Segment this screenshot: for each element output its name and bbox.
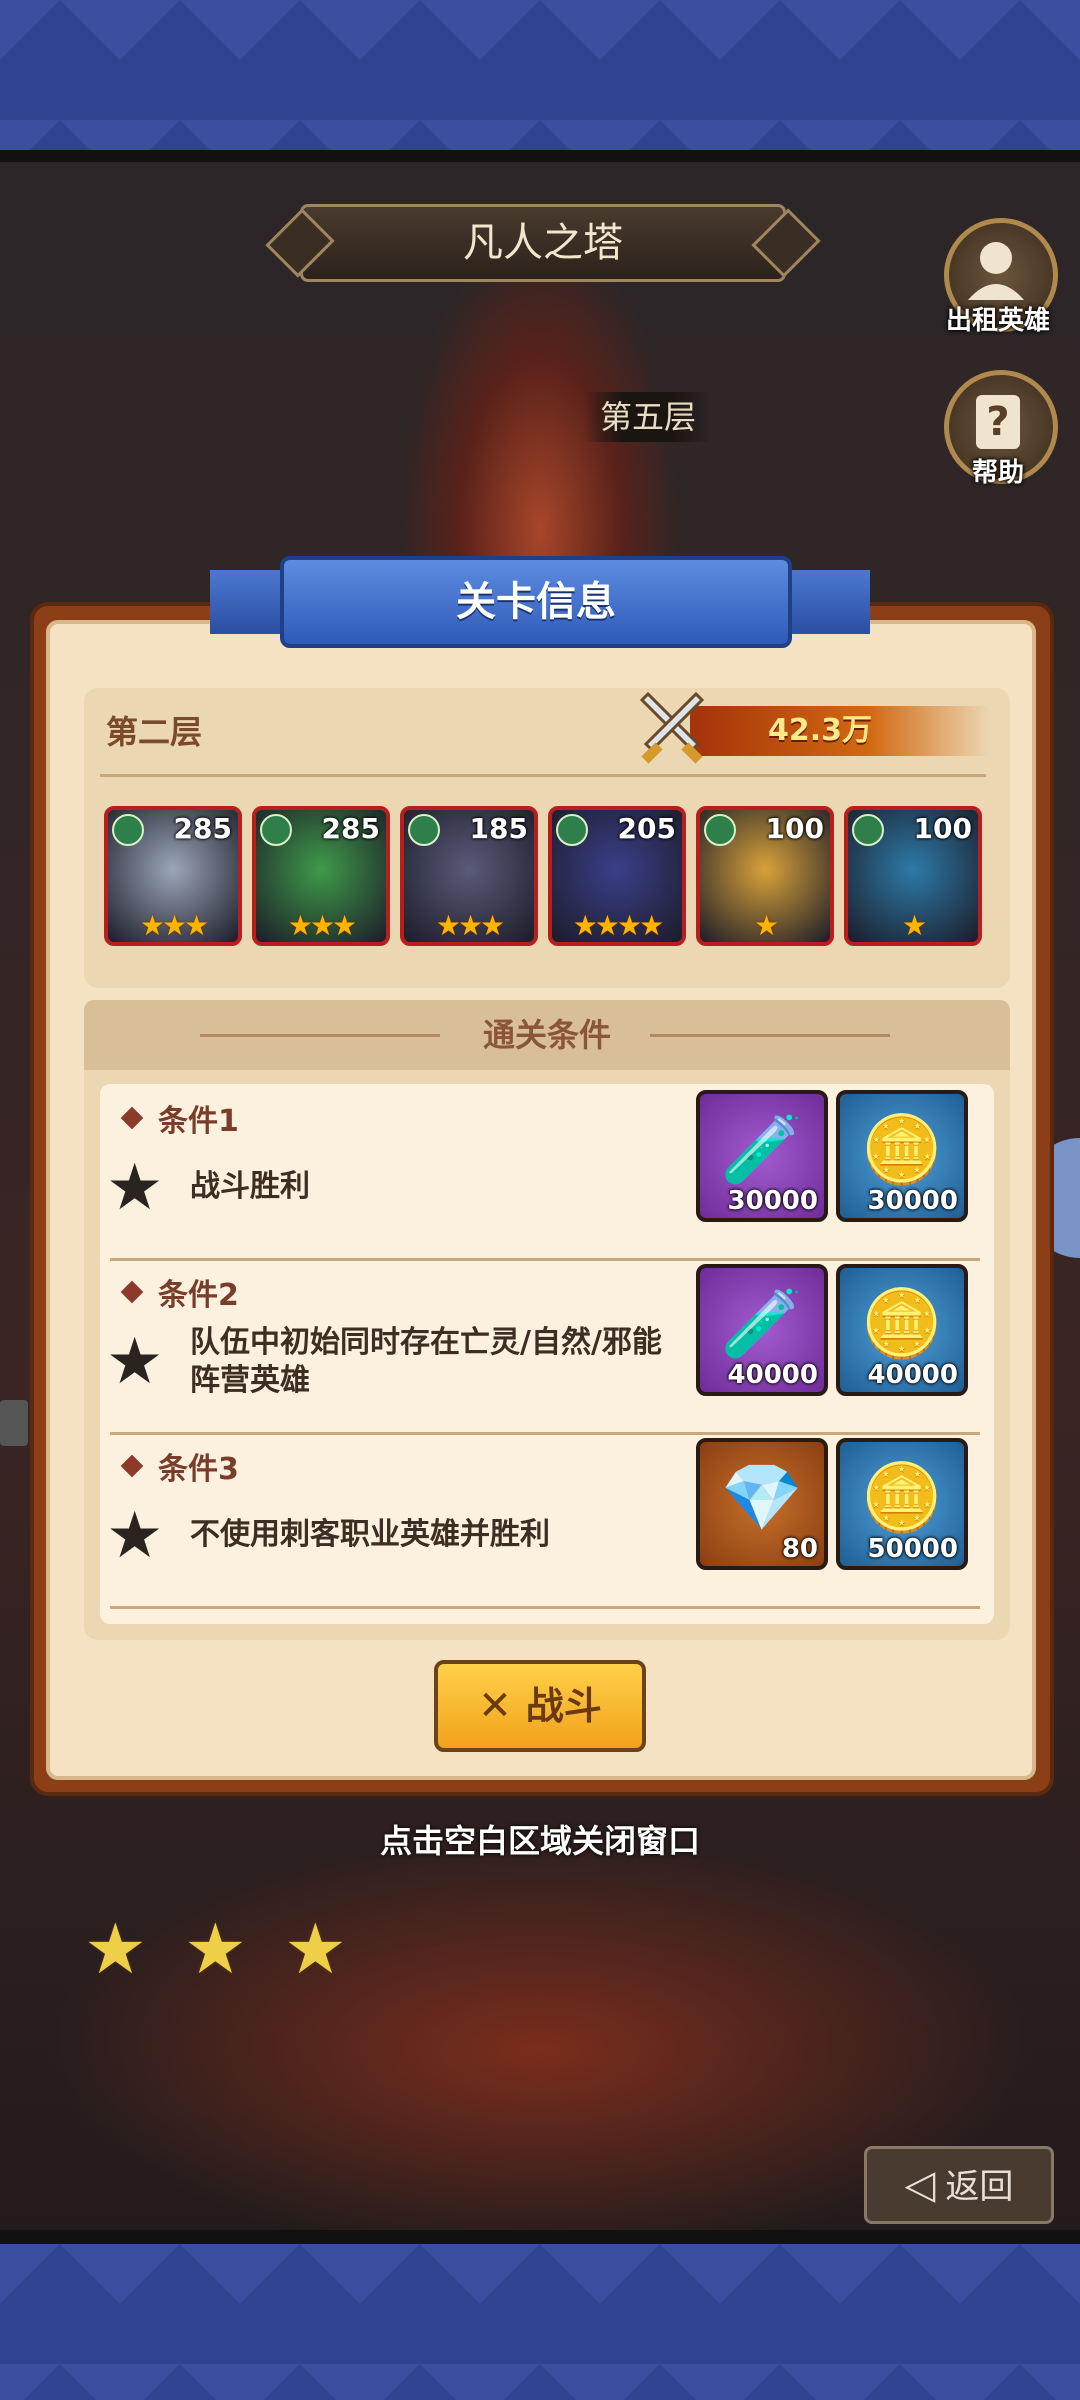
enemy-hero-card[interactable]: 100 ★ <box>696 806 834 946</box>
viewport-top-edge <box>0 150 1080 162</box>
hero-stars: ★★★ <box>287 909 357 942</box>
gold-coin-icon: 🪙 <box>860 1111 944 1188</box>
stage-star-1: ★ <box>84 1908 147 1990</box>
stage-star-3: ★ <box>284 1908 347 1990</box>
enemy-hero-card[interactable]: 285 ★★★ <box>104 806 242 946</box>
bottom-border-band <box>0 2244 1080 2400</box>
gold-coin-icon: 🪙 <box>860 1459 944 1536</box>
power-divider <box>100 774 986 777</box>
top-border-band <box>0 0 1080 150</box>
faction-icon <box>112 814 144 846</box>
condition-name: 条件2 <box>158 1278 239 1313</box>
faction-icon <box>408 814 440 846</box>
reward-item[interactable]: 🧪 40000 <box>696 1264 828 1396</box>
tower-title: 凡人之塔 <box>300 204 786 282</box>
close-hint: 点击空白区域关闭窗口 <box>379 1822 700 1860</box>
condition-description: 不使用刺客职业英雄并胜利 <box>190 1517 550 1552</box>
enemy-floor-label: 第二层 <box>106 713 203 751</box>
reward-count: 50000 <box>867 1534 958 1564</box>
dialog-title: 关卡信息 <box>280 556 792 648</box>
reward-item[interactable]: 🧪 30000 <box>696 1090 828 1222</box>
fight-button[interactable]: ✕ 战斗 <box>434 1660 646 1752</box>
rent-hero-label: 出租英雄 <box>945 306 1050 336</box>
help-label: 帮助 <box>971 458 1024 488</box>
crossed-swords-icon: ✕ <box>478 1683 512 1729</box>
hero-stars: ★★★ <box>435 909 505 942</box>
hero-level: 205 <box>617 812 676 845</box>
reward-count: 40000 <box>867 1360 958 1390</box>
reward-item[interactable]: 💎 80 <box>696 1438 828 1570</box>
faction-icon <box>260 814 292 846</box>
reward-count: 40000 <box>727 1360 818 1390</box>
faction-icon <box>704 814 736 846</box>
lock-icon <box>0 1400 28 1446</box>
stage-star-2: ★ <box>184 1908 247 1990</box>
conditions-title: 通关条件 <box>482 1016 611 1054</box>
potion-icon: 🧪 <box>720 1111 804 1188</box>
reward-count: 30000 <box>727 1186 818 1216</box>
current-floor-label: 第五层 <box>584 392 712 442</box>
faction-icon <box>556 814 588 846</box>
potion-icon: 🧪 <box>720 1285 804 1362</box>
condition-name: 条件3 <box>158 1452 239 1487</box>
enemy-hero-card[interactable]: 205 ★★★★ <box>548 806 686 946</box>
reward-item[interactable]: 🪙 30000 <box>836 1090 968 1222</box>
hero-stars: ★★★★ <box>572 909 664 942</box>
star-icon: ★ <box>106 1325 164 1399</box>
condition-name: 条件1 <box>158 1104 239 1139</box>
condition-divider <box>110 1258 980 1261</box>
hero-level: 100 <box>913 812 972 845</box>
viewport-bottom-edge <box>0 2230 1080 2244</box>
star-icon: ★ <box>106 1151 164 1225</box>
reward-count: 80 <box>781 1534 818 1564</box>
reward-count: 30000 <box>867 1186 958 1216</box>
enemy-hero-card[interactable]: 185 ★★★ <box>400 806 538 946</box>
star-icon: ★ <box>106 1499 164 1573</box>
condition-description: 队伍中初始同时存在亡灵/自然/邪能阵营英雄 <box>190 1325 662 1398</box>
reward-item[interactable]: 🪙 50000 <box>836 1438 968 1570</box>
enemy-hero-card[interactable]: 100 ★ <box>844 806 982 946</box>
hero-stars: ★★★ <box>139 909 209 942</box>
hero-stars: ★ <box>901 909 927 942</box>
back-button[interactable]: ◁ 返回 <box>864 2146 1054 2224</box>
diamond-icon: 💎 <box>720 1459 804 1536</box>
back-label: 返回 <box>945 2167 1014 2207</box>
condition-divider <box>110 1606 980 1609</box>
hero-level: 285 <box>173 812 232 845</box>
faction-icon <box>852 814 884 846</box>
hero-level: 185 <box>469 812 528 845</box>
hero-stars: ★ <box>753 909 779 942</box>
question-icon: ? <box>976 395 1020 449</box>
enemy-hero-card[interactable]: 285 ★★★ <box>252 806 390 946</box>
gold-coin-icon: 🪙 <box>860 1285 944 1362</box>
fight-label: 战斗 <box>525 1684 602 1728</box>
reward-item[interactable]: 🪙 40000 <box>836 1264 968 1396</box>
hero-level: 285 <box>321 812 380 845</box>
power-value: 42.3万 <box>767 713 873 748</box>
condition-divider <box>110 1432 980 1435</box>
condition-description: 战斗胜利 <box>190 1169 310 1204</box>
back-arrow-icon: ◁ <box>904 2162 936 2208</box>
hero-level: 100 <box>765 812 824 845</box>
